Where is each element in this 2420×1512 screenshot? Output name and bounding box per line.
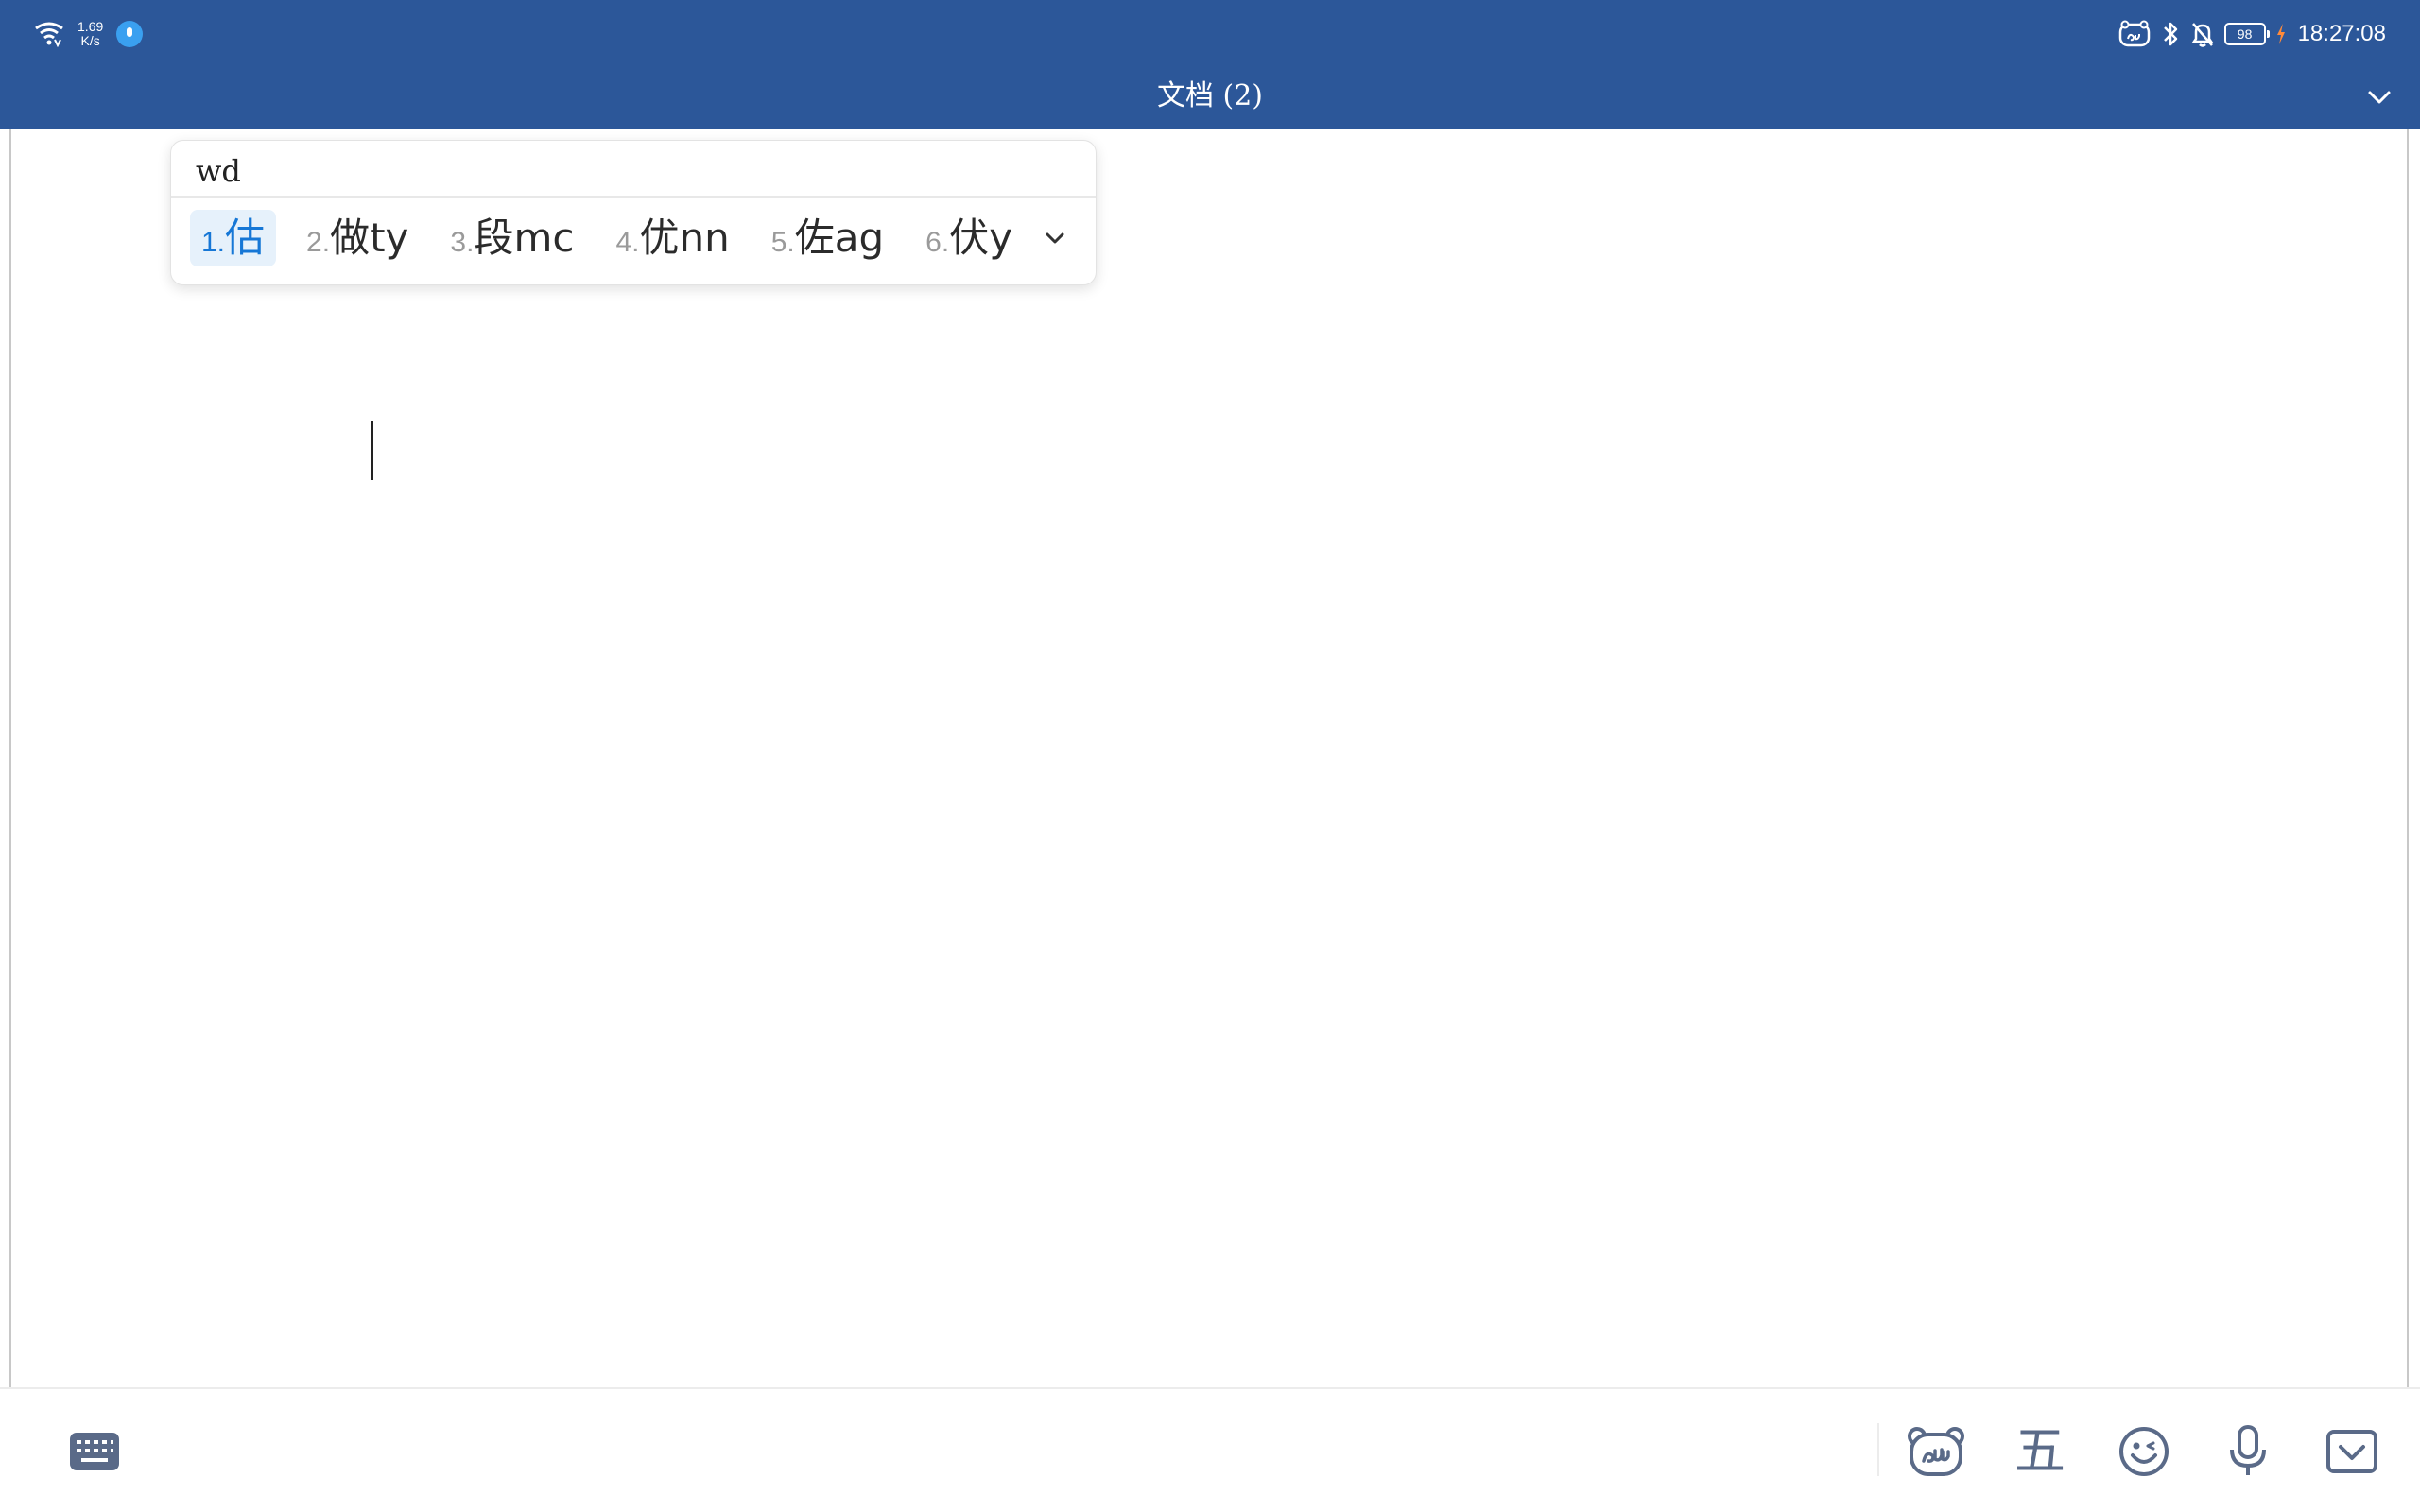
wubi-mode-button[interactable]: 五 — [2010, 1421, 2070, 1482]
candidate-number: 6. — [925, 227, 950, 258]
app-header: 1.69 K/s 98 18:27:08 文档 (2) — [0, 0, 2420, 129]
emoji-button[interactable] — [2114, 1421, 2174, 1482]
charging-bolt-icon — [2276, 24, 2285, 44]
bluetooth-icon — [2163, 22, 2177, 46]
hide-keyboard-icon — [2326, 1430, 2377, 1473]
net-speed-unit: K/s — [80, 33, 100, 48]
ime-divider — [171, 196, 1096, 198]
candidate-text: 伏y — [949, 215, 1013, 261]
keyboard-button[interactable] — [64, 1421, 125, 1482]
ime-candidate[interactable]: 4. 优nn — [604, 210, 740, 266]
text-cursor — [371, 421, 373, 480]
keyboard-icon — [70, 1433, 119, 1470]
voice-input-button[interactable] — [2218, 1421, 2278, 1482]
wifi-icon — [35, 22, 63, 47]
ime-candidate-popup: wd 1. 估 2. 做ty 3. 段mc 4. 优nn 5. 佐ag 6. 伏… — [170, 140, 1097, 285]
keyboard-toolbar: 五 — [0, 1387, 2420, 1512]
ime-candidate[interactable]: 1. 估 — [190, 210, 277, 266]
ime-candidate-list: 1. 估 2. 做ty 3. 段mc 4. 优nn 5. 佐ag 6. 伏y — [190, 209, 1024, 267]
candidate-number: 1. — [201, 227, 226, 258]
du-logo-icon — [2118, 20, 2150, 47]
emoji-icon — [2119, 1427, 2169, 1476]
candidate-number: 2. — [306, 227, 331, 258]
microphone-icon — [2230, 1425, 2266, 1475]
document-editor[interactable] — [0, 129, 2420, 1387]
ime-candidate[interactable]: 6. 伏y — [914, 210, 1024, 266]
candidate-number: 4. — [615, 227, 640, 258]
candidate-text: 做ty — [330, 215, 409, 261]
battery-level: 98 — [2237, 26, 2253, 42]
ime-candidate[interactable]: 3. 段mc — [439, 210, 585, 266]
candidate-text: 段mc — [474, 215, 575, 261]
status-bar-left: 1.69 K/s — [34, 17, 144, 51]
mic-indicator-icon — [116, 21, 144, 47]
toolbar-separator — [1877, 1423, 1879, 1476]
ime-candidate[interactable]: 5. 佐ag — [760, 210, 895, 266]
page-edge-left — [0, 129, 11, 1387]
du-bear-button[interactable] — [1906, 1421, 1966, 1482]
battery-indicator: 98 — [2223, 23, 2270, 45]
ime-composition-text: wd — [196, 153, 241, 189]
status-time: 18:27:08 — [2297, 21, 2386, 46]
du-bear-icon — [1908, 1427, 1964, 1476]
hide-keyboard-button[interactable] — [2322, 1421, 2382, 1482]
candidate-text: 佐ag — [794, 215, 885, 261]
network-speed: 1.69 K/s — [78, 20, 103, 48]
candidate-number: 3. — [450, 227, 475, 258]
chevron-down-icon[interactable] — [2363, 81, 2395, 113]
candidate-text: 优nn — [639, 215, 730, 261]
net-speed-value: 1.69 — [78, 19, 104, 34]
document-title[interactable]: 文档 (2) — [0, 76, 2420, 117]
wubi-label: 五 — [2014, 1421, 2066, 1481]
candidate-number: 5. — [770, 227, 795, 258]
page-edge-right — [2407, 129, 2420, 1387]
candidate-text: 估 — [225, 215, 266, 261]
bell-off-icon — [2191, 23, 2213, 47]
status-bar-right: 98 18:27:08 — [2118, 15, 2386, 53]
expand-candidates-chevron-icon[interactable] — [1039, 222, 1071, 254]
ime-candidate[interactable]: 2. 做ty — [295, 210, 420, 266]
